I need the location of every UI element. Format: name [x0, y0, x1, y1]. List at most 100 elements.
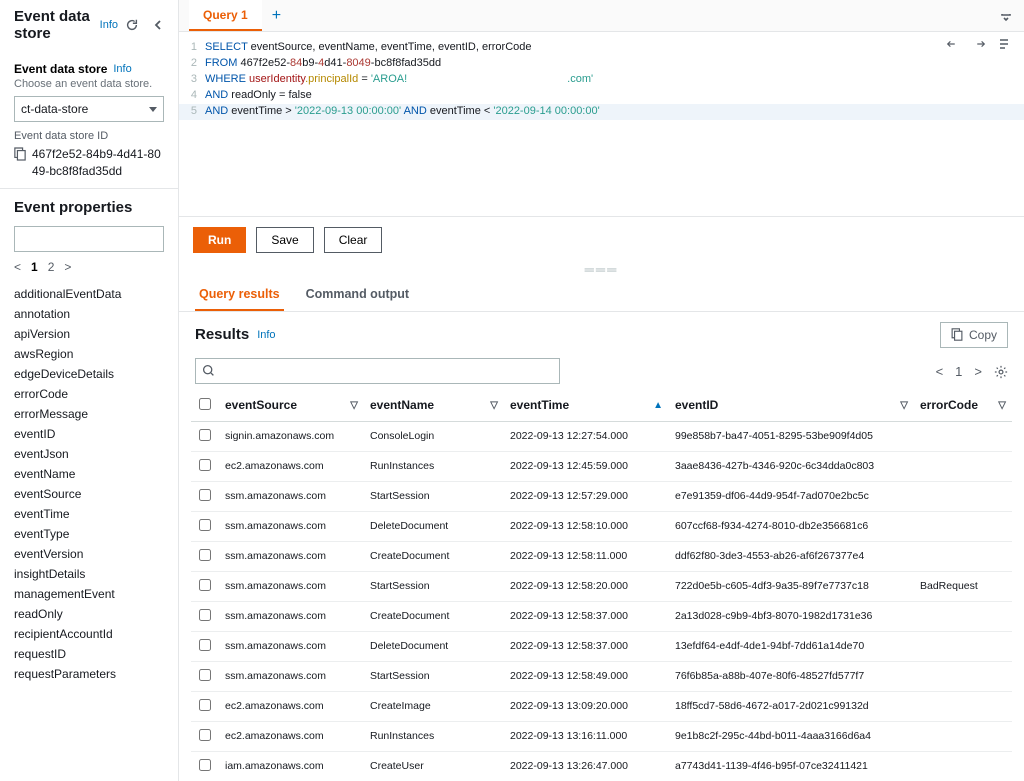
row-checkbox[interactable]	[199, 729, 211, 741]
refresh-icon[interactable]	[124, 17, 140, 33]
property-item[interactable]: eventID	[14, 424, 164, 444]
eds-select[interactable]: ct-data-store	[14, 96, 164, 122]
table-row[interactable]: ec2.amazonaws.comCreateImage2022-09-13 1…	[191, 691, 1012, 721]
eds-id-value: 467f2e52-84b9-4d41-8049-bc8f8fad35dd	[32, 146, 164, 180]
cell-errorcode	[914, 601, 1012, 631]
row-checkbox[interactable]	[199, 579, 211, 591]
results-search[interactable]	[195, 358, 560, 384]
col-eventsource[interactable]: eventSource▽	[219, 390, 364, 422]
table-row[interactable]: ec2.amazonaws.comRunInstances2022-09-13 …	[191, 721, 1012, 751]
sidebar: Event data store Info Event data store I…	[0, 0, 179, 781]
property-item[interactable]: managementEvent	[14, 584, 164, 604]
property-item[interactable]: additionalEventData	[14, 284, 164, 304]
property-item[interactable]: eventName	[14, 464, 164, 484]
property-item[interactable]: requestParameters	[14, 664, 164, 684]
results-search-input[interactable]	[221, 364, 553, 378]
table-row[interactable]: signin.amazonaws.comConsoleLogin2022-09-…	[191, 421, 1012, 451]
run-button[interactable]: Run	[193, 227, 246, 253]
col-eventtime[interactable]: eventTime▲	[504, 390, 669, 422]
row-checkbox[interactable]	[199, 639, 211, 651]
results-pager-next[interactable]: >	[974, 364, 982, 379]
ed-l2c: 84	[290, 57, 302, 69]
eds-info-link[interactable]: Info	[113, 63, 131, 75]
results-info-link[interactable]: Info	[257, 329, 275, 341]
results-pager-prev[interactable]: <	[936, 364, 944, 379]
collapse-sidebar-icon[interactable]	[150, 17, 166, 33]
tab-command-output[interactable]: Command output	[302, 279, 413, 311]
cell-eventname: CreateUser	[364, 751, 504, 781]
cell-eventsource: ssm.amazonaws.com	[219, 541, 364, 571]
row-checkbox[interactable]	[199, 489, 211, 501]
tab-query-results[interactable]: Query results	[195, 279, 284, 311]
table-row[interactable]: ec2.amazonaws.comRunInstances2022-09-13 …	[191, 451, 1012, 481]
results-pager-page: 1	[955, 364, 962, 379]
tab-query-1[interactable]: Query 1	[189, 0, 262, 31]
table-row[interactable]: ssm.amazonaws.comCreateDocument2022-09-1…	[191, 601, 1012, 631]
ed-l3d: =	[358, 73, 371, 85]
cell-eventtime: 2022-09-13 12:58:10.000	[504, 511, 669, 541]
sidebar-info-link[interactable]: Info	[100, 19, 118, 31]
property-item[interactable]: errorCode	[14, 384, 164, 404]
editor-undo-icon[interactable]	[946, 38, 960, 50]
add-tab-button[interactable]: +	[262, 7, 291, 25]
table-row[interactable]: ssm.amazonaws.comStartSession2022-09-13 …	[191, 661, 1012, 691]
table-row[interactable]: ssm.amazonaws.comStartSession2022-09-13 …	[191, 571, 1012, 601]
ed-l3-kw: WHERE	[205, 73, 246, 85]
save-button[interactable]: Save	[256, 227, 313, 253]
pager-prev-icon[interactable]: <	[14, 260, 21, 274]
row-checkbox[interactable]	[199, 429, 211, 441]
property-item[interactable]: eventVersion	[14, 544, 164, 564]
property-item[interactable]: eventTime	[14, 504, 164, 524]
pager-current[interactable]: 1	[31, 260, 38, 274]
property-item[interactable]: edgeDeviceDetails	[14, 364, 164, 384]
results-settings-icon[interactable]	[994, 365, 1008, 379]
cell-eventsource: iam.amazonaws.com	[219, 751, 364, 781]
select-all-header[interactable]	[191, 390, 219, 422]
table-row[interactable]: iam.amazonaws.comCreateUser2022-09-13 13…	[191, 751, 1012, 781]
row-checkbox[interactable]	[199, 519, 211, 531]
results-header: Results	[195, 326, 249, 343]
select-all-checkbox[interactable]	[199, 398, 211, 410]
table-row[interactable]: ssm.amazonaws.comCreateDocument2022-09-1…	[191, 541, 1012, 571]
col-eventname[interactable]: eventName▽	[364, 390, 504, 422]
row-checkbox[interactable]	[199, 699, 211, 711]
col-eventid[interactable]: eventID▽	[669, 390, 914, 422]
property-item[interactable]: insightDetails	[14, 564, 164, 584]
properties-search[interactable]	[14, 226, 164, 252]
cell-eventid: 13efdf64-e4df-4de1-94bf-7dd61a14de70	[669, 631, 914, 661]
row-checkbox[interactable]	[199, 609, 211, 621]
properties-search-input[interactable]	[27, 232, 182, 246]
cell-errorcode	[914, 751, 1012, 781]
table-row[interactable]: ssm.amazonaws.comStartSession2022-09-13 …	[191, 481, 1012, 511]
sql-editor[interactable]: 1SELECT eventSource, eventName, eventTim…	[179, 32, 1024, 126]
property-item[interactable]: eventType	[14, 524, 164, 544]
copy-icon[interactable]	[14, 147, 26, 161]
property-item[interactable]: eventSource	[14, 484, 164, 504]
cell-eventid: 607ccf68-f934-4274-8010-db2e356681c6	[669, 511, 914, 541]
clear-button[interactable]: Clear	[324, 227, 383, 253]
table-row[interactable]: ssm.amazonaws.comDeleteDocument2022-09-1…	[191, 631, 1012, 661]
property-item[interactable]: apiVersion	[14, 324, 164, 344]
property-item[interactable]: recipientAccountId	[14, 624, 164, 644]
ed-l5b: eventTime >	[228, 105, 295, 117]
row-checkbox[interactable]	[199, 549, 211, 561]
table-row[interactable]: ssm.amazonaws.comDeleteDocument2022-09-1…	[191, 511, 1012, 541]
property-item[interactable]: eventJson	[14, 444, 164, 464]
pager-next-icon[interactable]: >	[64, 260, 71, 274]
cell-eventname: CreateImage	[364, 691, 504, 721]
property-item[interactable]: readOnly	[14, 604, 164, 624]
row-checkbox[interactable]	[199, 669, 211, 681]
property-item[interactable]: awsRegion	[14, 344, 164, 364]
pager-page-2[interactable]: 2	[48, 260, 55, 274]
property-item[interactable]: annotation	[14, 304, 164, 324]
col-errorcode[interactable]: errorCode▽	[914, 390, 1012, 422]
resize-handle[interactable]: ═══	[179, 265, 1024, 275]
property-item[interactable]: requestID	[14, 644, 164, 664]
editor-redo-icon[interactable]	[972, 38, 986, 50]
editor-format-icon[interactable]	[998, 38, 1010, 50]
copy-button[interactable]: Copy	[940, 322, 1008, 348]
row-checkbox[interactable]	[199, 459, 211, 471]
row-checkbox[interactable]	[199, 759, 211, 771]
property-item[interactable]: errorMessage	[14, 404, 164, 424]
tab-menu-icon[interactable]	[1000, 10, 1012, 22]
